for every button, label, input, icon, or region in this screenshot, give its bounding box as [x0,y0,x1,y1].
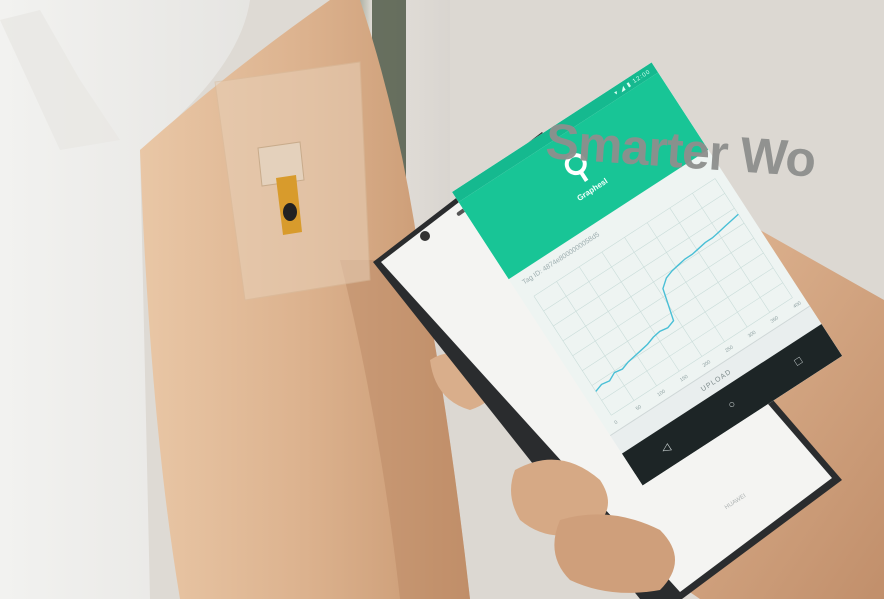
x-tick-label: 300 [747,330,757,340]
photo-scene: ▾ ◢ ▮ 12:00 Graphesl Tag ID: 4874e800000… [0,0,884,599]
x-tick-label: 400 [792,300,802,310]
x-tick-label: 100 [656,388,666,398]
sensor-chip [283,203,297,221]
recent-apps-button[interactable]: □ [783,348,815,374]
x-tick-label: 250 [724,344,734,354]
x-tick-label: 150 [679,374,689,384]
grid-line-horizontal [572,237,754,356]
x-tick-label: 350 [770,315,780,325]
x-tick-label: 0 [613,419,619,426]
x-tick-label: 50 [635,404,643,412]
home-button[interactable]: ○ [716,392,748,418]
front-camera [420,231,430,241]
x-tick-label: 200 [702,359,712,369]
back-button[interactable]: ◁ [649,434,681,461]
